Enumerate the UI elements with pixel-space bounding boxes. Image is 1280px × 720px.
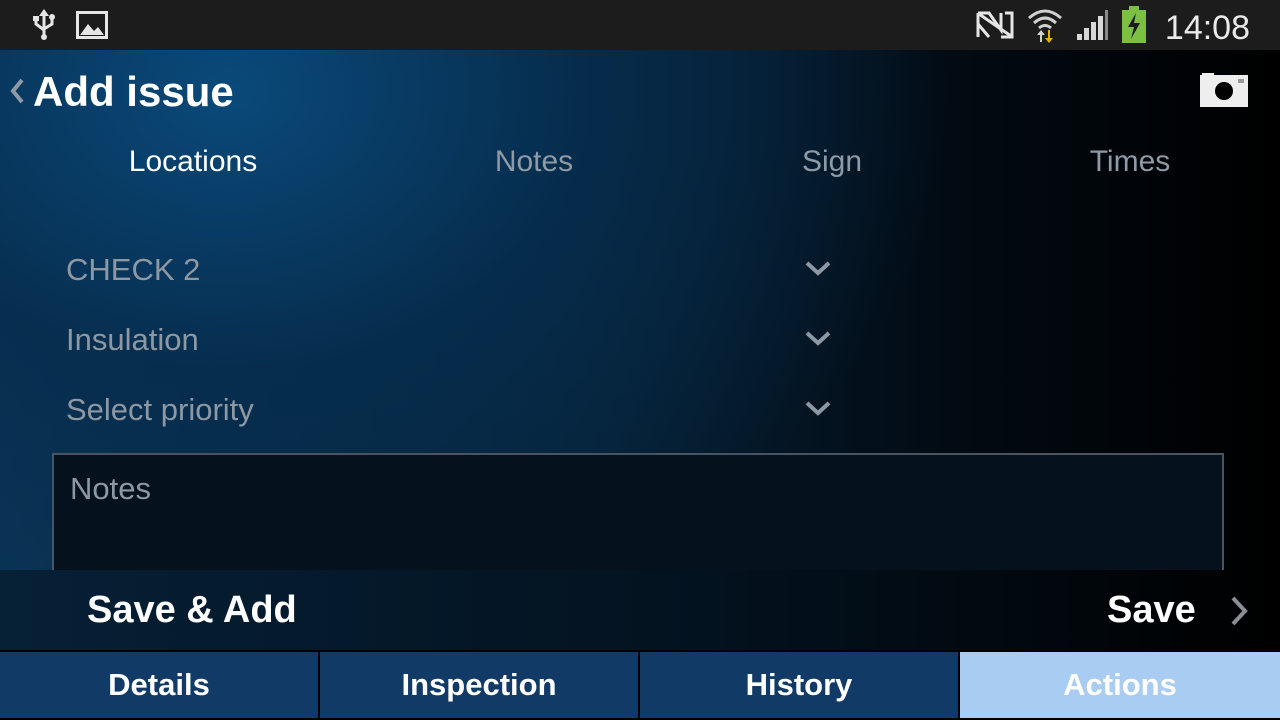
status-right-icons: 14:08 (975, 6, 1250, 49)
nav-tab-inspection[interactable]: Inspection (320, 652, 638, 718)
chevron-down-icon (804, 259, 832, 277)
action-bar: Save & Add Save (0, 570, 1280, 650)
nav-tab-actions[interactable]: Actions (960, 652, 1280, 718)
camera-icon[interactable] (1200, 73, 1248, 107)
signal-icon (1075, 8, 1109, 47)
category-dropdown-value: Insulation (66, 322, 199, 357)
notes-placeholder: Notes (70, 471, 151, 506)
wifi-icon (1027, 6, 1063, 49)
nfc-icon (975, 10, 1015, 45)
chevron-down-icon (804, 399, 832, 417)
save-and-add-button[interactable]: Save & Add (87, 588, 297, 632)
location-dropdown[interactable]: CHECK 2 (66, 244, 836, 294)
category-dropdown[interactable]: Insulation (66, 314, 836, 364)
location-dropdown-value: CHECK 2 (66, 252, 201, 287)
status-left-icons (32, 9, 108, 46)
battery-charging-icon (1121, 6, 1147, 49)
nav-tab-details[interactable]: Details (0, 652, 318, 718)
chevron-left-icon[interactable] (8, 74, 26, 108)
main-panel: Add issue Locations Notes Sign Times CHE… (0, 50, 1280, 653)
status-bar: 14:08 (0, 0, 1280, 50)
priority-dropdown-value: Select priority (66, 392, 254, 427)
tab-notes[interactable]: Notes (495, 140, 573, 184)
nav-tab-history[interactable]: History (640, 652, 958, 718)
bottom-nav: Details Inspection History Actions (0, 650, 1280, 720)
chevron-right-icon[interactable] (1228, 594, 1250, 628)
chevron-down-icon (804, 329, 832, 347)
usb-icon (32, 9, 56, 46)
tab-bar: Locations Notes Sign Times (0, 140, 1280, 184)
tab-sign[interactable]: Sign (802, 140, 862, 184)
status-time: 14:08 (1164, 8, 1250, 47)
image-icon (76, 11, 108, 44)
page-title[interactable]: Add issue (33, 68, 234, 116)
priority-dropdown[interactable]: Select priority (66, 384, 836, 434)
tab-times[interactable]: Times (1090, 140, 1171, 184)
save-button[interactable]: Save (1107, 588, 1196, 632)
tab-locations[interactable]: Locations (129, 140, 257, 184)
